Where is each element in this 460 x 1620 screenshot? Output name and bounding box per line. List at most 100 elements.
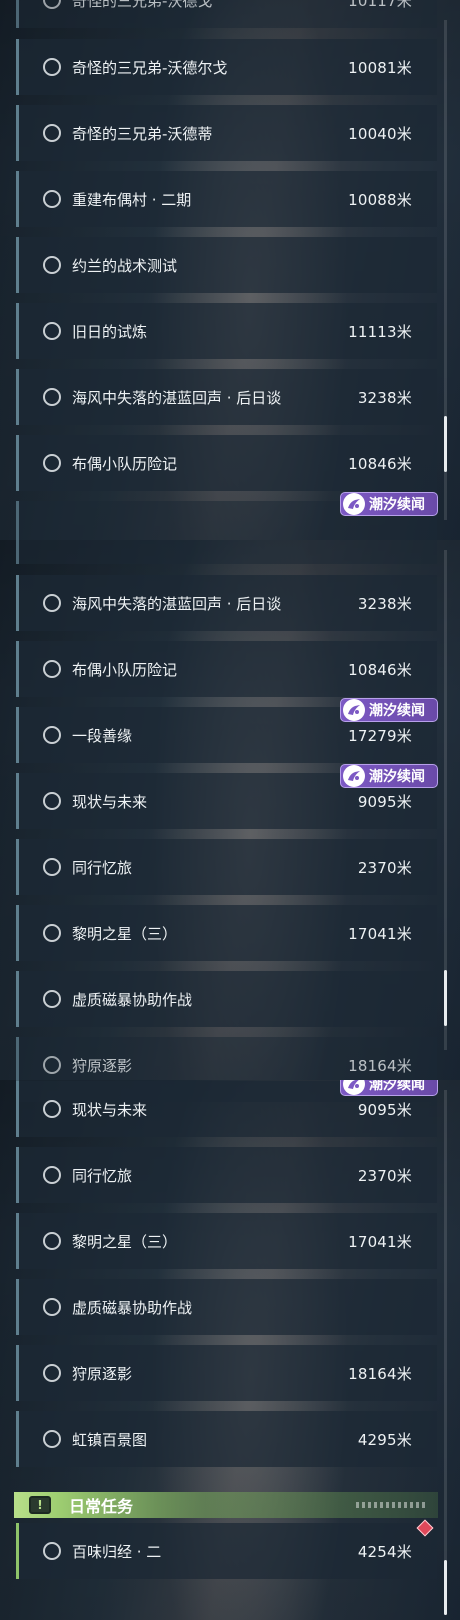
quest-row[interactable]	[16, 540, 437, 564]
quest-distance: 10040米	[348, 124, 412, 143]
quest-row[interactable]: 布偶小队历险记 10846米	[16, 641, 437, 697]
quest-row[interactable]: 狩原逐影 18164米	[16, 1345, 437, 1401]
quest-row[interactable]: 海风中失落的湛蓝回声 · 后日谈 3238米	[16, 369, 437, 425]
daily-quest-row[interactable]: 百味归经 · 二 4254米	[16, 1523, 437, 1579]
tag-wave-icon	[343, 493, 365, 515]
quest-distance: 10088米	[348, 190, 412, 209]
quest-name: 海风中失落的湛蓝回声 · 后日谈	[72, 594, 282, 613]
tag-label: 潮汐续闻	[369, 769, 425, 785]
quest-distance: 2370米	[357, 1166, 412, 1185]
status-circle-icon	[43, 1430, 61, 1448]
status-circle-icon	[43, 0, 61, 9]
quest-row[interactable]: 黎明之星（三） 17041米	[16, 905, 437, 961]
quest-distance: 3238米	[357, 594, 412, 613]
quest-distance: 10081米	[348, 58, 412, 77]
status-circle-icon	[43, 990, 61, 1008]
quest-row[interactable]: 旧日的试炼 11113米	[16, 303, 437, 359]
quest-list-panel-1: 奇怪的三兄弟-沃德戈 10117米 奇怪的三兄弟-沃德尔戈 10081米 奇怪的…	[0, 0, 460, 540]
tide-story-tag: 潮汐续闻	[340, 764, 438, 788]
tag-wave-icon	[343, 765, 365, 787]
quest-distance: 17041米	[348, 924, 412, 943]
quest-distance: 17279米	[348, 726, 412, 745]
quest-list-panel-3: 现状与未来 9095米 同行忆旅 2370米 黎明之星（三） 17041米 虚质…	[0, 1080, 460, 1620]
quest-distance: 9095米	[357, 1100, 412, 1119]
quest-name: 布偶小队历险记	[72, 454, 178, 473]
quest-row[interactable]: 约兰的战术测试	[16, 237, 437, 293]
quest-row[interactable]: 奇怪的三兄弟-沃德蒂 10040米	[16, 105, 437, 161]
quest-name: 布偶小队历险记	[72, 660, 178, 679]
tag-wave-icon	[343, 699, 365, 721]
quest-row[interactable]: 重建布偶村 · 二期 10088米	[16, 171, 437, 227]
header-decoration	[356, 1502, 426, 1508]
quest-name: 重建布偶村 · 二期	[72, 190, 192, 209]
status-circle-icon	[43, 1056, 61, 1074]
daily-quests-header[interactable]: ! 日常任务	[14, 1492, 438, 1518]
status-circle-icon	[43, 58, 61, 76]
quest-name: 奇怪的三兄弟-沃德戈	[72, 0, 213, 10]
quest-list-panel-2: 海风中失落的湛蓝回声 · 后日谈 3238米 布偶小队历险记 10846米 一段…	[0, 540, 460, 1080]
quest-distance: 18164米	[348, 1364, 412, 1383]
tag-label: 潮汐续闻	[369, 703, 425, 719]
quest-distance: 10846米	[348, 660, 412, 679]
quest-distance: 3238米	[357, 388, 412, 407]
quest-alert-icon: !	[29, 1496, 51, 1514]
status-circle-icon	[43, 1298, 61, 1316]
tide-story-tag: 潮汐续闻	[340, 1080, 438, 1096]
tide-story-tag: 潮汐续闻	[340, 492, 438, 516]
tag-label: 潮汐续闻	[369, 497, 425, 513]
quest-name: 狩原逐影	[72, 1364, 133, 1383]
quest-distance: 2370米	[357, 858, 412, 877]
quest-distance: 10117米	[348, 0, 412, 10]
quest-row[interactable]: 虹镇百景图 4295米	[16, 1411, 437, 1467]
quest-row[interactable]: 虚质磁暴协助作战	[16, 1279, 437, 1335]
tag-wave-icon	[343, 1080, 365, 1095]
status-circle-icon	[43, 792, 61, 810]
quest-row[interactable]: 海风中失落的湛蓝回声 · 后日谈 3238米	[16, 575, 437, 631]
quest-name: 同行忆旅	[72, 1166, 133, 1185]
quest-row[interactable]: 同行忆旅 2370米	[16, 839, 437, 895]
section-title: 日常任务	[69, 1497, 134, 1516]
status-circle-icon	[43, 454, 61, 472]
status-circle-icon	[43, 388, 61, 406]
tag-label: 潮汐续闻	[369, 1080, 425, 1093]
quest-row[interactable]: 布偶小队历险记 10846米	[16, 435, 437, 491]
scrollbar[interactable]	[444, 20, 447, 520]
quest-name: 百味归经 · 二	[72, 1542, 162, 1561]
quest-name: 奇怪的三兄弟-沃德蒂	[72, 124, 213, 143]
status-circle-icon	[43, 256, 61, 274]
scrollbar-thumb[interactable]	[444, 416, 447, 472]
quest-name: 奇怪的三兄弟-沃德尔戈	[72, 58, 228, 77]
quest-distance: 4254米	[357, 1542, 412, 1561]
quest-name: 虚质磁暴协助作战	[72, 990, 193, 1009]
quest-name: 现状与未来	[72, 792, 148, 811]
quest-name: 海风中失落的湛蓝回声 · 后日谈	[72, 388, 282, 407]
status-circle-icon	[43, 660, 61, 678]
status-circle-icon	[43, 1166, 61, 1184]
tide-story-tag: 潮汐续闻	[340, 698, 438, 722]
quest-name: 虹镇百景图	[72, 1430, 148, 1449]
status-circle-icon	[43, 1100, 61, 1118]
quest-name: 黎明之星（三）	[72, 1232, 178, 1251]
status-circle-icon	[43, 726, 61, 744]
quest-row[interactable]: 黎明之星（三） 17041米	[16, 1213, 437, 1269]
status-circle-icon	[43, 1542, 61, 1560]
scrollbar-thumb[interactable]	[444, 970, 447, 1026]
quest-distance: 11113米	[348, 322, 412, 341]
quest-row[interactable]: 同行忆旅 2370米	[16, 1147, 437, 1203]
scrollbar[interactable]	[444, 1090, 447, 1615]
status-circle-icon	[43, 1364, 61, 1382]
scrollbar-thumb[interactable]	[444, 1560, 447, 1615]
quest-name: 一段善缘	[72, 726, 133, 745]
quest-distance: 4295米	[357, 1430, 412, 1449]
status-circle-icon	[43, 1232, 61, 1250]
quest-name: 黎明之星（三）	[72, 924, 178, 943]
quest-row[interactable]: 奇怪的三兄弟-沃德尔戈 10081米	[16, 39, 437, 95]
quest-distance: 18164米	[348, 1056, 412, 1075]
quest-row[interactable]: 狩原逐影 18164米	[16, 1037, 437, 1080]
quest-row[interactable]: 奇怪的三兄弟-沃德戈 10117米	[16, 0, 437, 28]
quest-row[interactable]: 虚质磁暴协助作战	[16, 971, 437, 1027]
status-circle-icon	[43, 594, 61, 612]
scrollbar[interactable]	[444, 550, 447, 1050]
status-circle-icon	[43, 858, 61, 876]
quest-name: 虚质磁暴协助作战	[72, 1298, 193, 1317]
